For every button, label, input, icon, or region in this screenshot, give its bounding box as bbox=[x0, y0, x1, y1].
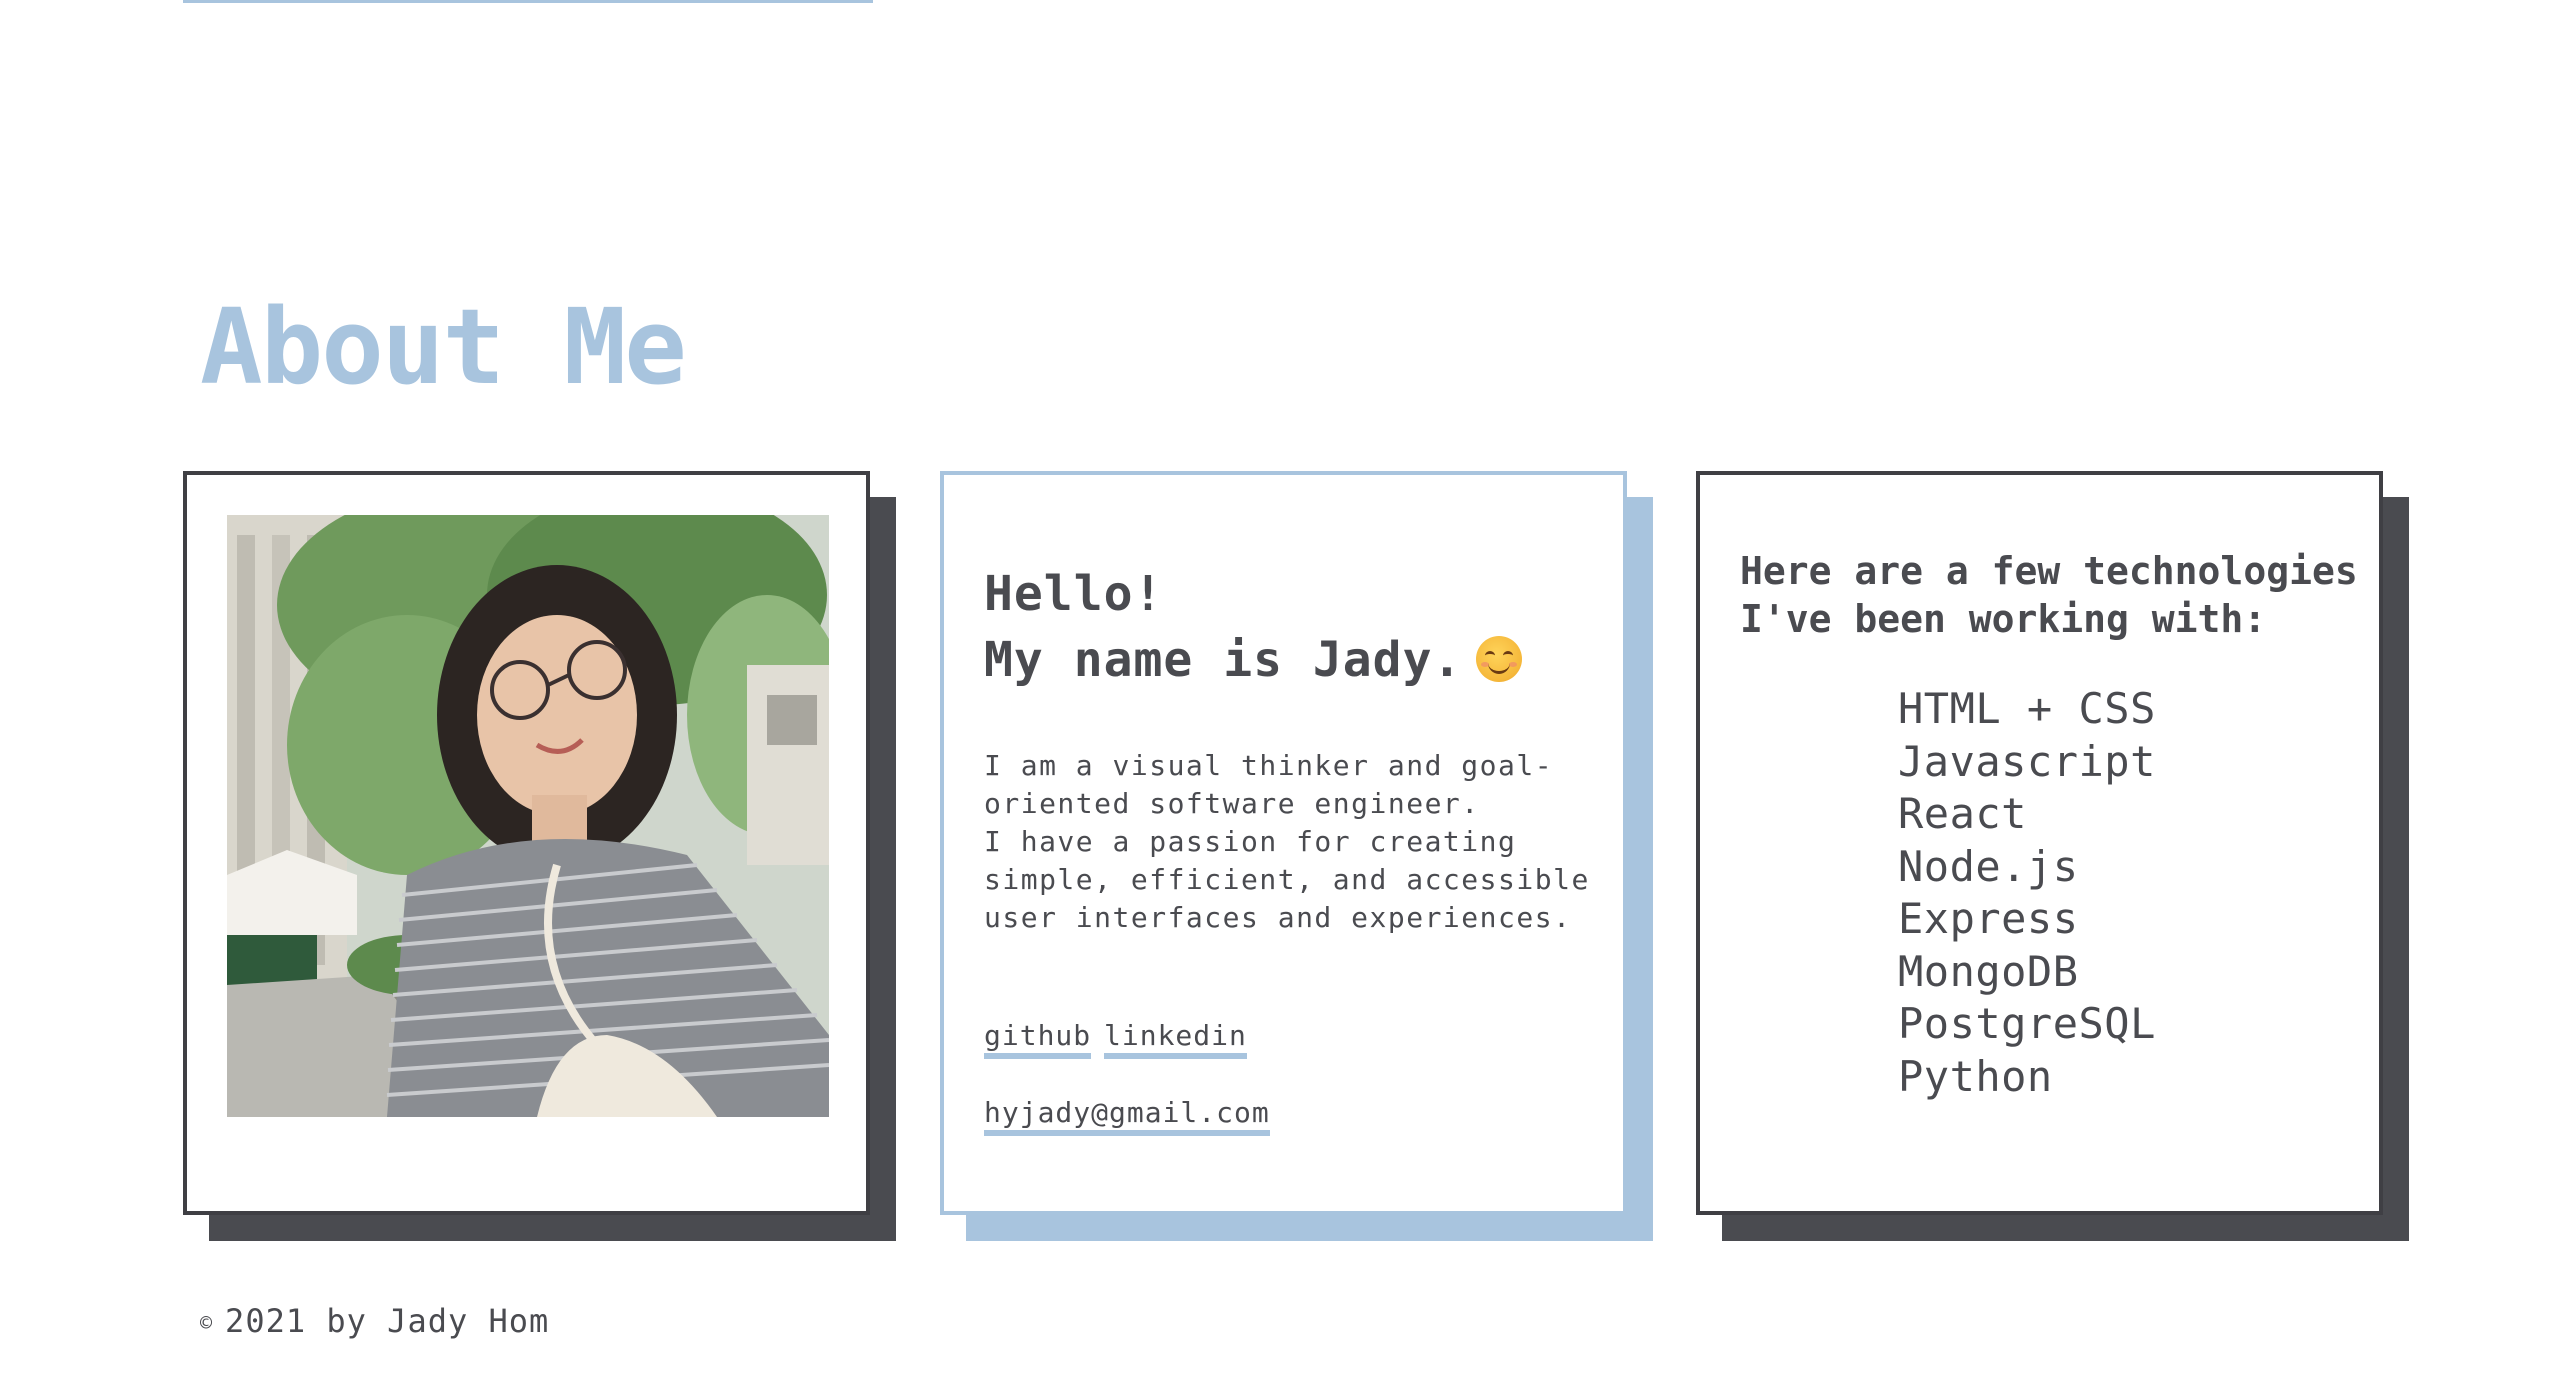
tech-item: React bbox=[1898, 789, 2027, 838]
tech-item: HTML + CSS bbox=[1898, 684, 2156, 733]
smiling-face-icon bbox=[1476, 636, 1523, 682]
copyright-icon: © bbox=[200, 1311, 214, 1335]
tech-list: HTML + CSS Javascript React Node.js Expr… bbox=[1898, 683, 2156, 1103]
bio-line: I am a visual thinker and goal- bbox=[984, 749, 1554, 782]
greeting-name: My name is Jady. bbox=[984, 627, 1523, 693]
top-divider bbox=[183, 0, 873, 3]
greeting-hello: Hello! bbox=[984, 566, 1164, 622]
footer: © 2021 by Jady Hom bbox=[200, 1302, 549, 1340]
bio-line: I have a passion for creating bbox=[984, 825, 1517, 858]
tech-item: Python bbox=[1898, 1051, 2053, 1101]
section-title: About Me bbox=[200, 286, 687, 408]
bio: I am a visual thinker and goal- oriented… bbox=[984, 747, 1590, 937]
email-link[interactable]: hyjady@gmail.com bbox=[984, 1096, 1270, 1136]
bio-line: simple, efficient, and accessible bbox=[984, 863, 1590, 896]
tech-item: PostgreSQL bbox=[1898, 999, 2156, 1048]
bio-line: oriented software engineer. bbox=[984, 787, 1480, 820]
github-link[interactable]: github bbox=[984, 1019, 1092, 1059]
bio-line: user interfaces and experiences. bbox=[984, 901, 1572, 934]
tech-heading-line: Here are a few technologies bbox=[1740, 549, 2358, 593]
tech-heading: Here are a few technologies I've been wo… bbox=[1740, 547, 2358, 643]
tech-item: MongoDB bbox=[1898, 946, 2079, 996]
tech-item: Javascript bbox=[1898, 736, 2156, 786]
intro-card: Hello! My name is Jady. I am a visual th… bbox=[940, 471, 1627, 1215]
footer-text: 2021 by Jady Hom bbox=[225, 1302, 550, 1340]
photo-card bbox=[183, 471, 870, 1215]
tech-card: Here are a few technologies I've been wo… bbox=[1696, 471, 2383, 1215]
profile-photo bbox=[227, 515, 829, 1117]
greeting-name-text: My name is Jady. bbox=[984, 632, 1463, 688]
tech-heading-line: I've been working with: bbox=[1740, 597, 2267, 641]
linkedin-link[interactable]: linkedin bbox=[1104, 1019, 1247, 1059]
tech-item: Express bbox=[1898, 894, 2079, 943]
tech-item: Node.js bbox=[1898, 841, 2079, 891]
greeting: Hello! My name is Jady. bbox=[984, 561, 1523, 693]
